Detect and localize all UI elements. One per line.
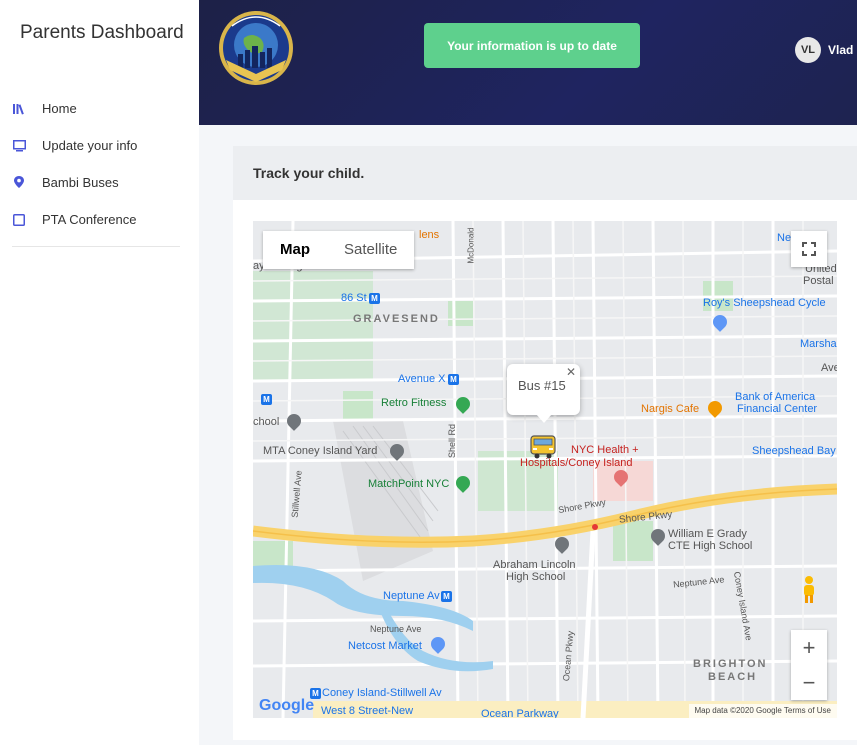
school-logo-icon: [216, 8, 298, 88]
subway-station-icon[interactable]: M: [369, 293, 380, 304]
map-label: McDonald: [466, 227, 476, 264]
track-card: Track your child. GRAVESEND BRIGHTON BEA…: [233, 146, 857, 740]
map-label: Netcost Market: [348, 640, 422, 652]
bus-info-window: Bus #15 ✕: [507, 364, 580, 415]
map-type-control: Map Satellite: [263, 231, 415, 269]
sidebar-item-label: Bambi Buses: [42, 175, 119, 190]
map-attribution[interactable]: Map data ©2020 Google Terms of Use: [688, 704, 837, 718]
sidebar: Parents Dashboard Home Update your info …: [0, 0, 199, 745]
zoom-out-button[interactable]: −: [791, 665, 827, 700]
sidebar-item-update-info[interactable]: Update your info: [0, 127, 199, 164]
map-label: CTE High School: [668, 540, 753, 552]
bus-label: Bus #15: [518, 378, 566, 393]
google-logo-text: Google: [259, 697, 315, 714]
map-label: BRIGHTON: [693, 658, 768, 670]
map-label: Abraham Lincoln: [493, 559, 576, 571]
map-label: Sheepshead Bay: [752, 445, 836, 457]
sidebar-item-label: Home: [42, 101, 77, 116]
map-type-satellite-button[interactable]: Satellite: [327, 231, 414, 269]
sidebar-title: Parents Dashboard: [20, 22, 184, 43]
map-label: Nargis Cafe: [641, 403, 700, 415]
location-pin-icon: [12, 176, 26, 190]
map-label: Financial Center: [737, 403, 818, 415]
zoom-in-button[interactable]: +: [791, 630, 827, 665]
sidebar-item-bambi-buses[interactable]: Bambi Buses: [0, 164, 199, 201]
map-label: Ave: [821, 362, 837, 374]
fullscreen-icon: [802, 242, 816, 256]
subway-station-icon[interactable]: M: [261, 394, 272, 405]
map-label: BEACH: [708, 671, 758, 683]
fullscreen-button[interactable]: [791, 231, 827, 267]
close-icon[interactable]: ✕: [566, 365, 576, 379]
sidebar-nav: Home Update your info Bambi Buses PTA Co…: [0, 90, 199, 238]
map-label: Avenue X: [398, 373, 446, 385]
card-title: Track your child.: [233, 146, 857, 200]
sidebar-item-pta-conference[interactable]: PTA Conference: [0, 201, 199, 238]
sidebar-item-home[interactable]: Home: [0, 90, 199, 127]
zoom-control: + −: [791, 630, 827, 700]
top-header: Your information is up to date VL Vlad: [199, 0, 857, 125]
map-type-map-button[interactable]: Map: [263, 231, 327, 269]
map-label: William E Grady: [668, 528, 747, 540]
info-window-tail: [536, 414, 552, 423]
map-label: Shell Rd: [447, 423, 458, 459]
sidebar-divider: [12, 246, 180, 247]
map-label: Coney Island-Stillwell Av: [322, 687, 442, 699]
avatar[interactable]: VL: [795, 37, 821, 63]
sidebar-item-label: PTA Conference: [42, 212, 137, 227]
status-toast: Your information is up to date: [424, 23, 640, 68]
bus-marker-icon[interactable]: [529, 434, 557, 460]
map-label: Postal: [803, 275, 834, 287]
library-icon: [12, 102, 26, 116]
map-label: MatchPoint NYC: [368, 478, 450, 490]
map-label: Roy's Sheepshead Cycle: [703, 297, 826, 309]
map-label: Marsha: [800, 338, 837, 350]
subway-station-icon[interactable]: M: [441, 591, 452, 602]
map-label: Bank of America: [735, 391, 816, 403]
map-label: 86 St: [341, 292, 367, 304]
bus-tracking-map[interactable]: GRAVESEND BRIGHTON BEACH ayette High Sch…: [253, 221, 837, 718]
street-view-pegman-icon[interactable]: [797, 575, 821, 605]
map-label: Neptune Ave: [370, 624, 422, 634]
map-label: lens: [419, 229, 440, 241]
sidebar-item-label: Update your info: [42, 138, 138, 153]
subway-station-icon[interactable]: M: [448, 374, 459, 385]
map-label: West 8 Street-New: [321, 705, 414, 717]
google-logo[interactable]: Google: [259, 697, 314, 715]
user-name[interactable]: Vlad: [828, 43, 853, 57]
tablet-icon: [12, 213, 26, 227]
map-label: Ocean Parkway: [481, 708, 559, 718]
map-label: GRAVESEND: [353, 313, 440, 325]
map-label: NYC Health +: [571, 444, 639, 456]
map-label: Retro Fitness: [381, 397, 447, 409]
map-label: MTA Coney Island Yard: [263, 445, 378, 457]
map-label: High School: [506, 571, 566, 583]
user-menu[interactable]: VL Vlad: [795, 37, 853, 63]
monitor-icon: [12, 139, 26, 153]
map-label: chool: [253, 416, 280, 428]
map-label: Neptune Av: [383, 590, 440, 602]
